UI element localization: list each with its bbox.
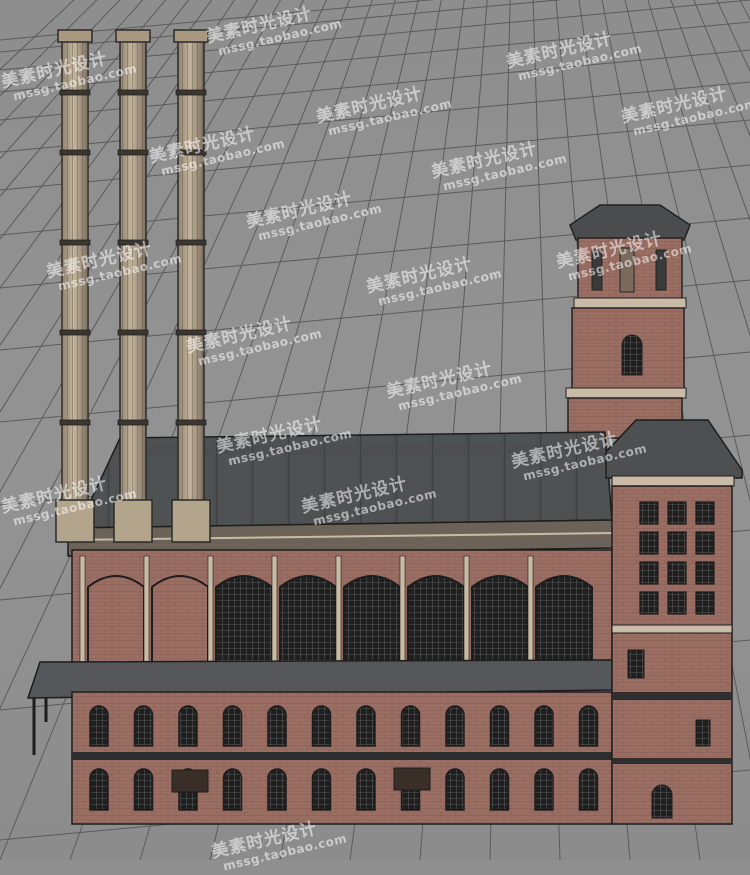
tower-window: [696, 592, 714, 614]
small-window: [535, 769, 553, 810]
small-window: [357, 769, 375, 810]
stair-tower: [606, 420, 742, 824]
tower-window: [668, 592, 686, 614]
tower-window: [640, 502, 658, 524]
small-window: [313, 706, 331, 746]
small-window: [268, 706, 286, 746]
small-window: [535, 706, 553, 746]
arched-window: [152, 576, 208, 664]
small-window: [268, 769, 286, 810]
small-window: [224, 769, 242, 810]
small-window: [491, 769, 509, 810]
tower-window: [640, 532, 658, 554]
small-window: [580, 769, 598, 810]
bell-tower: [566, 205, 690, 438]
tower-window: [696, 502, 714, 524]
tower-window: [696, 532, 714, 554]
small-window: [580, 706, 598, 746]
small-window: [90, 769, 108, 810]
signboard: [172, 770, 208, 792]
main-hall-lower: [72, 692, 612, 824]
small-window: [313, 769, 331, 810]
small-window: [491, 706, 509, 746]
tower-window: [696, 562, 714, 584]
chimneys: [56, 30, 210, 542]
small-window: [446, 769, 464, 810]
tower-window: [640, 562, 658, 584]
arched-window: [216, 576, 272, 664]
factory-model-render: [0, 0, 750, 860]
small-window: [357, 706, 375, 746]
arched-window: [408, 576, 464, 664]
tower-window: [668, 502, 686, 524]
small-window: [224, 706, 242, 746]
signboard: [394, 768, 430, 790]
chimney-2: [114, 30, 152, 542]
small-window: [446, 706, 464, 746]
tower-window: [668, 562, 686, 584]
tower-window: [668, 532, 686, 554]
3d-viewport[interactable]: 美素时光设计mssg.taobao.com美素时光设计mssg.taobao.c…: [0, 0, 750, 860]
chimney-3: [172, 30, 210, 542]
small-window: [179, 706, 197, 746]
small-window: [402, 706, 420, 746]
main-hall-upper: [72, 550, 612, 670]
tower-window: [640, 592, 658, 614]
arched-window: [472, 576, 528, 664]
chimney-1: [56, 30, 94, 542]
arched-window: [536, 576, 592, 664]
arched-window: [280, 576, 336, 664]
small-window: [90, 706, 108, 746]
arched-window: [344, 576, 400, 664]
small-window: [135, 706, 153, 746]
arched-window: [88, 576, 144, 664]
small-window: [135, 769, 153, 810]
